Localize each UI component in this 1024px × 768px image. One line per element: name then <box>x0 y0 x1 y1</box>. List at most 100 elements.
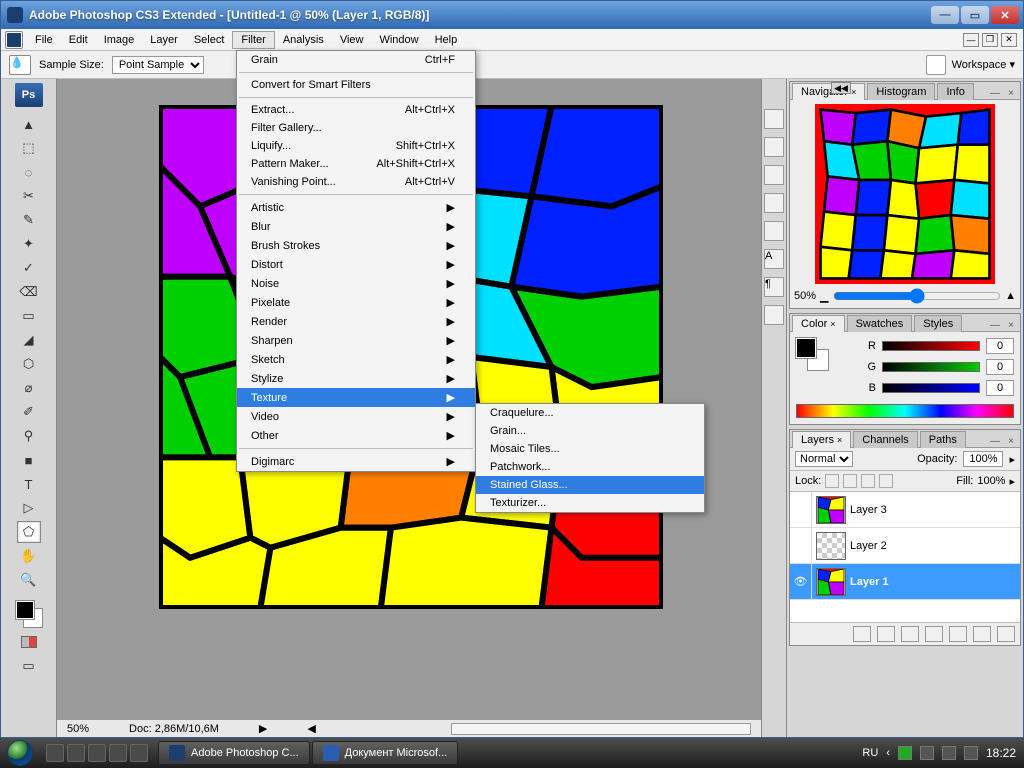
blend-mode-select[interactable]: Normal <box>795 451 853 467</box>
tab-info[interactable]: Info <box>937 83 973 100</box>
submenu-item[interactable]: Stained Glass... <box>476 476 704 494</box>
tool-button[interactable]: 🔍 <box>17 569 41 591</box>
workspace-gear-icon[interactable] <box>926 55 946 75</box>
tray-network-icon[interactable] <box>942 746 956 760</box>
menu-image[interactable]: Image <box>96 32 143 48</box>
menu-edit[interactable]: Edit <box>61 32 96 48</box>
tray-chevron-icon[interactable]: ‹ <box>886 747 890 759</box>
opacity-value[interactable]: 100% <box>963 451 1003 467</box>
group-icon[interactable] <box>949 626 967 642</box>
language-indicator[interactable]: RU <box>862 747 878 759</box>
dock-extra-icon[interactable] <box>764 305 784 325</box>
submenu-item[interactable]: Craquelure... <box>476 404 704 422</box>
tool-button[interactable]: ✐ <box>17 401 41 423</box>
tool-button[interactable]: ✎ <box>17 209 41 231</box>
mdi-minimize-button[interactable]: — <box>963 33 979 47</box>
dock-clonesource-icon[interactable] <box>764 137 784 157</box>
menu-item[interactable]: Liquify...Shift+Ctrl+X <box>237 137 475 155</box>
tool-button[interactable]: ■ <box>17 449 41 471</box>
submenu-item[interactable]: Texturizer... <box>476 494 704 512</box>
spectrum-bar[interactable] <box>796 404 1014 418</box>
mdi-restore-button[interactable]: ❐ <box>982 33 998 47</box>
tool-button[interactable]: ✋ <box>17 545 41 567</box>
color-fg-chip[interactable] <box>796 338 816 358</box>
new-layer-icon[interactable] <box>973 626 991 642</box>
link-layers-icon[interactable] <box>853 626 871 642</box>
workspace-menu[interactable]: Workspace ▾ <box>952 58 1015 71</box>
tool-button[interactable]: ⬚ <box>17 137 41 159</box>
visibility-toggle[interactable] <box>790 528 812 563</box>
maximize-button[interactable]: ▭ <box>961 6 989 24</box>
sample-size-select[interactable]: Point Sample <box>112 56 204 74</box>
menu-item[interactable]: Distort▶ <box>237 255 475 274</box>
layer-row[interactable]: Layer 2 <box>790 528 1020 564</box>
clock[interactable]: 18:22 <box>986 746 1016 760</box>
menu-item[interactable]: Stylize▶ <box>237 369 475 388</box>
r-slider[interactable] <box>882 341 980 351</box>
tool-button[interactable]: ▲ <box>17 113 41 135</box>
menu-item[interactable]: Extract...Alt+Ctrl+X <box>237 101 475 119</box>
tab-layers[interactable]: Layers× <box>792 431 851 448</box>
layer-row[interactable]: Layer 3 <box>790 492 1020 528</box>
fill-value[interactable]: 100% <box>977 475 1005 487</box>
submenu-item[interactable]: Patchwork... <box>476 458 704 476</box>
lock-all-icon[interactable] <box>879 474 893 488</box>
menu-item[interactable]: Other▶ <box>237 426 475 445</box>
menu-analysis[interactable]: Analysis <box>275 32 332 48</box>
g-slider[interactable] <box>882 362 980 372</box>
panel-close-icon[interactable]: × <box>1004 87 1018 99</box>
visibility-toggle[interactable]: 👁 <box>790 564 812 599</box>
tool-button[interactable]: ✦ <box>17 233 41 255</box>
tool-button[interactable]: ⬠ <box>17 521 41 543</box>
layer-thumbnail[interactable] <box>816 568 846 596</box>
menu-help[interactable]: Help <box>427 32 466 48</box>
tab-paths[interactable]: Paths <box>920 431 966 448</box>
tool-button[interactable]: ◢ <box>17 329 41 351</box>
tab-styles[interactable]: Styles <box>914 315 962 332</box>
ql-desktop-icon[interactable] <box>46 744 64 762</box>
color-chip[interactable] <box>796 338 828 370</box>
start-button[interactable] <box>0 738 40 768</box>
ql-wmp-icon[interactable] <box>130 744 148 762</box>
quickmask-toggle[interactable] <box>17 631 41 653</box>
dock-paragraph-icon[interactable]: ¶ <box>764 277 784 297</box>
layer-fx-icon[interactable] <box>877 626 895 642</box>
layer-thumbnail[interactable] <box>816 532 846 560</box>
g-value[interactable]: 0 <box>986 359 1014 375</box>
menu-item[interactable]: Brush Strokes▶ <box>237 236 475 255</box>
tool-button[interactable]: ⌫ <box>17 281 41 303</box>
tool-button[interactable]: ⬡ <box>17 353 41 375</box>
panel-minimize-icon[interactable]: — <box>988 87 1002 99</box>
menu-file[interactable]: File <box>27 32 61 48</box>
lock-pixels-icon[interactable] <box>843 474 857 488</box>
menu-item[interactable]: Filter Gallery... <box>237 119 475 137</box>
dock-actions-icon[interactable] <box>764 221 784 241</box>
zoom-in-icon[interactable]: ▲ <box>1005 290 1016 302</box>
menu-item[interactable]: Pattern Maker...Alt+Shift+Ctrl+X <box>237 155 475 173</box>
panel-close-icon[interactable]: × <box>1004 435 1018 447</box>
tool-button[interactable]: ✂ <box>17 185 41 207</box>
tool-button[interactable]: T <box>17 473 41 495</box>
menu-item[interactable]: Noise▶ <box>237 274 475 293</box>
layer-row[interactable]: 👁Layer 1 <box>790 564 1020 600</box>
trash-icon[interactable] <box>997 626 1015 642</box>
texture-submenu[interactable]: Craquelure...Grain...Mosaic Tiles...Patc… <box>475 403 705 513</box>
filter-menu[interactable]: GrainCtrl+FConvert for Smart FiltersExtr… <box>236 50 476 472</box>
menu-view[interactable]: View <box>332 32 372 48</box>
dock-collapse-icon[interactable]: ◀◀ <box>831 82 851 94</box>
visibility-toggle[interactable] <box>790 492 812 527</box>
tool-button[interactable]: ⌀ <box>17 377 41 399</box>
tab-navigator[interactable]: Navigator× <box>792 83 865 100</box>
color-swatch[interactable] <box>14 599 44 629</box>
tab-histogram[interactable]: Histogram <box>867 83 935 100</box>
ql-switch-icon[interactable] <box>88 744 106 762</box>
b-value[interactable]: 0 <box>986 380 1014 396</box>
dock-toolpresets-icon[interactable] <box>764 165 784 185</box>
tab-swatches[interactable]: Swatches <box>847 315 913 332</box>
menu-item[interactable]: Digimarc▶ <box>237 452 475 471</box>
b-slider[interactable] <box>882 383 980 393</box>
tool-button[interactable]: ⚲ <box>17 425 41 447</box>
dock-brushes-icon[interactable] <box>764 109 784 129</box>
menu-select[interactable]: Select <box>186 32 233 48</box>
layer-mask-icon[interactable] <box>901 626 919 642</box>
